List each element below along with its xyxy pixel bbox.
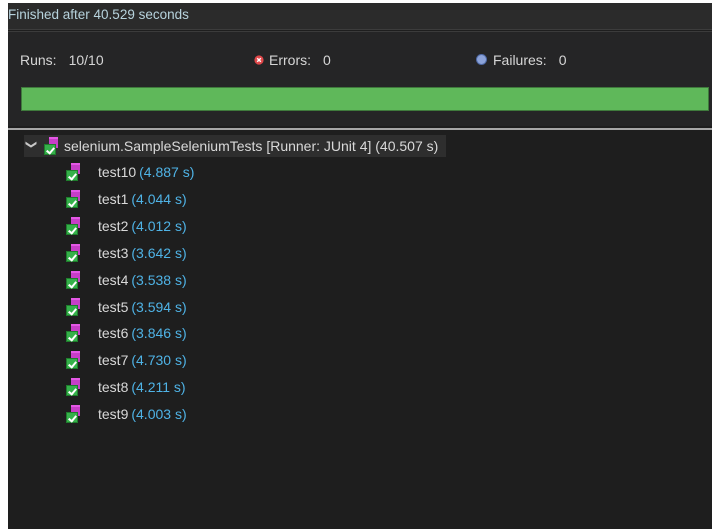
test-row[interactable]: test4 (3.538 s) bbox=[66, 269, 187, 291]
test-duration: (4.730 s) bbox=[131, 352, 187, 369]
run-summary: Runs: 10/10 Errors: 0 Failures: 0 bbox=[8, 31, 712, 126]
test-name: test7 bbox=[98, 352, 129, 369]
test-name: test10 bbox=[98, 164, 137, 180]
test-passed-icon bbox=[66, 243, 82, 262]
failures-label: Failures: bbox=[493, 52, 547, 68]
test-passed-icon bbox=[66, 351, 82, 370]
test-duration: (3.846 s) bbox=[131, 325, 187, 342]
test-name: test2 bbox=[98, 217, 129, 234]
test-passed-icon bbox=[66, 378, 82, 397]
failure-icon bbox=[476, 54, 487, 65]
test-name: test6 bbox=[98, 325, 129, 342]
test-passed-icon bbox=[66, 324, 82, 343]
chevron-down-icon[interactable]: ❯ bbox=[20, 140, 42, 154]
test-passed-icon bbox=[66, 216, 82, 235]
test-row[interactable]: test3 (3.642 s) bbox=[66, 242, 187, 264]
failures-counter: Failures: 0 bbox=[476, 52, 566, 68]
test-duration: (4.044 s) bbox=[131, 190, 187, 207]
errors-label: Errors: bbox=[269, 52, 311, 68]
test-row[interactable]: test8 (4.211 s) bbox=[66, 376, 186, 398]
status-bar: Finished after 40.529 seconds bbox=[8, 3, 712, 30]
errors-counter: Errors: 0 bbox=[254, 52, 331, 68]
test-suite-passed-icon bbox=[44, 137, 60, 155]
progress-bar bbox=[21, 87, 709, 111]
test-passed-icon bbox=[66, 163, 82, 181]
test-duration: (4.012 s) bbox=[131, 217, 187, 234]
error-icon bbox=[254, 55, 264, 65]
test-duration: (4.003 s) bbox=[131, 406, 187, 423]
test-passed-icon bbox=[66, 297, 82, 316]
test-name: test3 bbox=[98, 244, 129, 261]
suite-label: selenium.SampleSeleniumTests [Runner: JU… bbox=[64, 138, 439, 154]
test-row[interactable]: test5 (3.594 s) bbox=[66, 296, 187, 318]
test-row[interactable]: test2 (4.012 s) bbox=[66, 215, 187, 237]
test-row[interactable]: test9 (4.003 s) bbox=[66, 403, 187, 425]
finished-status-text: Finished after 40.529 seconds bbox=[8, 7, 189, 22]
runs-label: Runs: bbox=[20, 52, 57, 68]
junit-panel: Finished after 40.529 seconds Runs: 10/10… bbox=[8, 3, 712, 529]
test-results-tree: ❯ selenium.SampleSeleniumTests [Runner: J… bbox=[8, 131, 712, 529]
test-row[interactable]: test1 (4.044 s) bbox=[66, 188, 187, 210]
runs-value: 10/10 bbox=[68, 52, 104, 68]
test-name: test4 bbox=[98, 271, 129, 288]
test-duration: (4.211 s) bbox=[131, 379, 186, 396]
test-name: test8 bbox=[98, 379, 129, 396]
test-duration: (3.642 s) bbox=[131, 244, 187, 261]
errors-value: 0 bbox=[323, 52, 331, 68]
test-name: test1 bbox=[98, 190, 129, 207]
test-row[interactable]: test7 (4.730 s) bbox=[66, 349, 187, 371]
test-duration: (4.887 s) bbox=[139, 164, 195, 180]
test-name: test5 bbox=[98, 298, 129, 315]
failures-value: 0 bbox=[558, 52, 567, 68]
test-row[interactable]: test6 (3.846 s) bbox=[66, 322, 187, 344]
sash-divider[interactable] bbox=[8, 128, 712, 130]
test-duration: (3.594 s) bbox=[131, 298, 187, 315]
test-row[interactable]: test10 (4.887 s) bbox=[66, 161, 194, 183]
test-duration: (3.538 s) bbox=[131, 271, 187, 288]
runs-counter: Runs: 10/10 bbox=[20, 52, 104, 68]
tree-root-suite[interactable]: ❯ selenium.SampleSeleniumTests [Runner: J… bbox=[24, 135, 447, 157]
test-passed-icon bbox=[66, 270, 82, 289]
test-passed-icon bbox=[66, 189, 82, 208]
test-name: test9 bbox=[98, 406, 129, 423]
test-passed-icon bbox=[66, 405, 82, 424]
